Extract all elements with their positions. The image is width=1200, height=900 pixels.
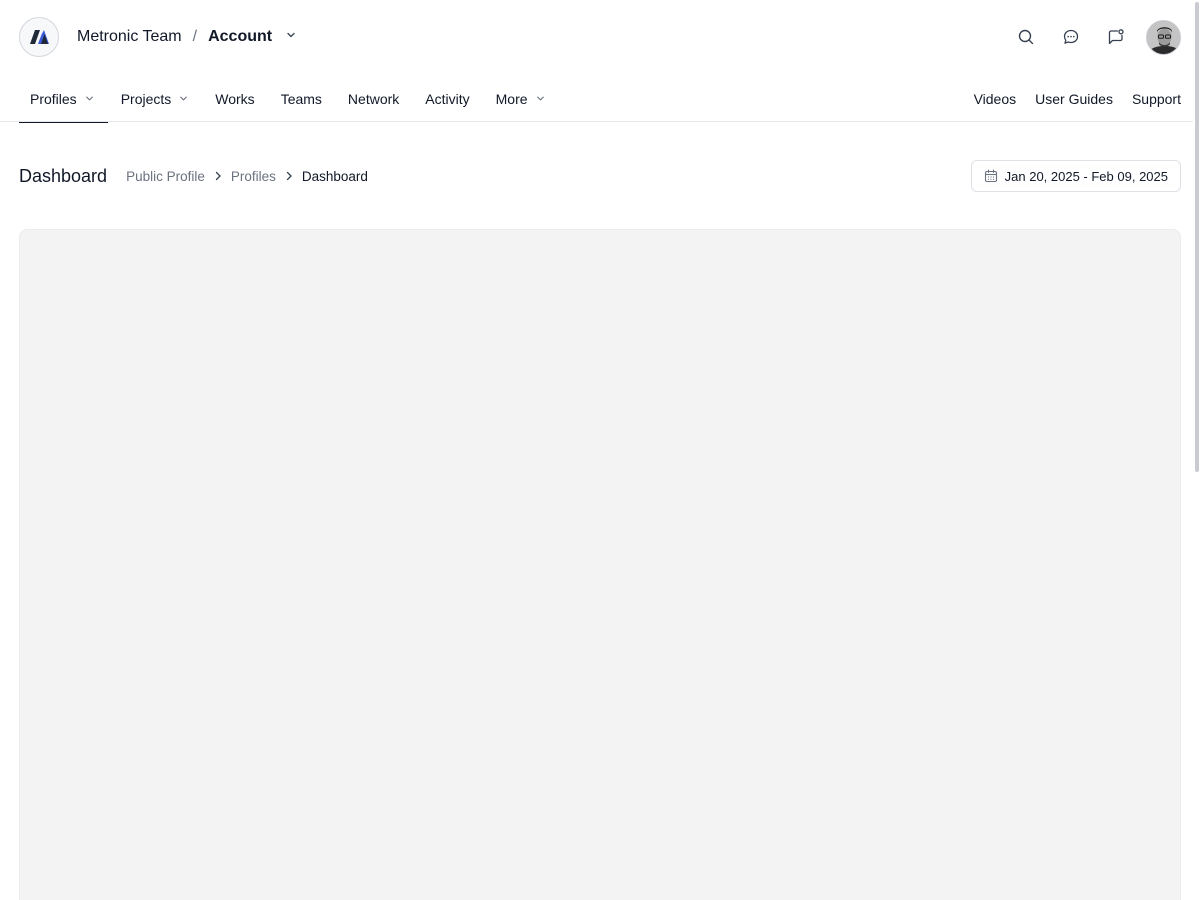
- calendar-icon: [984, 169, 997, 183]
- main-menu: Profiles Projects Works Teams Network Ac…: [19, 75, 1181, 123]
- chevron-right-icon: [283, 170, 295, 182]
- search-button[interactable]: [1013, 24, 1039, 50]
- menu-item-label: User Guides: [1035, 90, 1113, 107]
- menu-item-works[interactable]: Works: [202, 75, 267, 122]
- notifications-icon: [1108, 29, 1124, 45]
- dashboard-content-area: [19, 229, 1181, 900]
- menu-item-label: Network: [347, 90, 400, 107]
- date-range-label: Jan 20, 2025 - Feb 09, 2025: [1004, 168, 1168, 184]
- page-title: Dashboard: [19, 165, 108, 186]
- chevron-down-icon: [535, 93, 546, 104]
- user-avatar[interactable]: [1146, 19, 1181, 55]
- menu-item-label: Projects: [120, 90, 172, 107]
- messages-button[interactable]: [1058, 24, 1084, 50]
- account-menu-toggle[interactable]: Account: [208, 28, 296, 46]
- menu-item-activity[interactable]: Activity: [412, 75, 482, 122]
- menu-item-label: More: [495, 90, 528, 107]
- menu-item-support[interactable]: Support: [1113, 91, 1181, 107]
- search-icon: [1018, 29, 1034, 45]
- header-actions: [994, 19, 1181, 55]
- chevron-down-icon: [178, 93, 189, 104]
- menu-item-label: Support: [1131, 90, 1181, 107]
- account-label: Account: [208, 28, 273, 45]
- page: Metronic Team / Account Profiles Project…: [0, 0, 1200, 900]
- menu-item-teams[interactable]: Teams: [268, 75, 335, 122]
- menu-item-label: Videos: [973, 90, 1017, 107]
- menu-item-profiles[interactable]: Profiles: [19, 75, 108, 123]
- breadcrumb-item-public-profile[interactable]: Public Profile: [126, 169, 205, 184]
- menu-item-label: Profiles: [30, 90, 77, 107]
- menu-item-label: Teams: [280, 90, 322, 107]
- menu-item-network[interactable]: Network: [335, 75, 412, 122]
- breadcrumb-item-profiles[interactable]: Profiles: [231, 169, 276, 184]
- date-range-picker[interactable]: Jan 20, 2025 - Feb 09, 2025: [970, 160, 1181, 192]
- avatar-image: [1147, 20, 1180, 54]
- menu-item-projects[interactable]: Projects: [108, 75, 203, 122]
- scrollbar-thumb[interactable]: [1195, 2, 1199, 472]
- menu-item-videos[interactable]: Videos: [955, 91, 1017, 107]
- messages-icon: [1063, 29, 1079, 44]
- breadcrumb: Public Profile Profiles Dashboard: [126, 169, 368, 184]
- page-toolbar: Dashboard Public Profile Profiles Dashbo…: [19, 160, 1181, 192]
- secondary-menu: Videos User Guides Support: [955, 75, 1181, 122]
- top-header: Metronic Team / Account: [19, 17, 1181, 57]
- chevron-down-icon: [285, 29, 297, 41]
- chevron-down-icon: [84, 93, 95, 104]
- page-scrollbar[interactable]: [1193, 0, 1200, 900]
- menu-item-label: Works: [215, 90, 255, 107]
- metronic-logo-icon: [30, 30, 49, 44]
- menu-divider: [0, 121, 1193, 122]
- menu-item-more[interactable]: More: [483, 75, 559, 122]
- team-name-link[interactable]: Metronic Team: [77, 28, 182, 46]
- menu-item-user-guides[interactable]: User Guides: [1016, 91, 1113, 107]
- team-breadcrumb: Metronic Team / Account: [77, 28, 297, 46]
- menu-item-label: Activity: [425, 90, 470, 107]
- notifications-button[interactable]: [1103, 24, 1129, 50]
- chevron-right-icon: [212, 170, 224, 182]
- brand-logo[interactable]: [19, 17, 59, 57]
- team-separator: /: [192, 28, 198, 45]
- breadcrumb-item-dashboard: Dashboard: [301, 168, 368, 184]
